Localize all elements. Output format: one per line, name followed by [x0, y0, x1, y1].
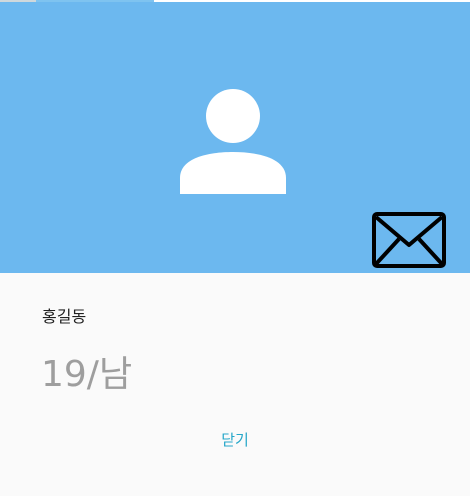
profile-card: 홍길동 19/남 닫기 [0, 0, 470, 496]
profile-content: 홍길동 19/남 닫기 [0, 273, 470, 496]
profile-name: 홍길동 [42, 307, 87, 326]
envelope-icon[interactable] [371, 211, 447, 271]
profile-age-gender: 19/남 [41, 354, 133, 395]
person-icon [180, 89, 286, 194]
profile-header [0, 2, 470, 273]
close-button[interactable]: 닫기 [205, 425, 265, 455]
